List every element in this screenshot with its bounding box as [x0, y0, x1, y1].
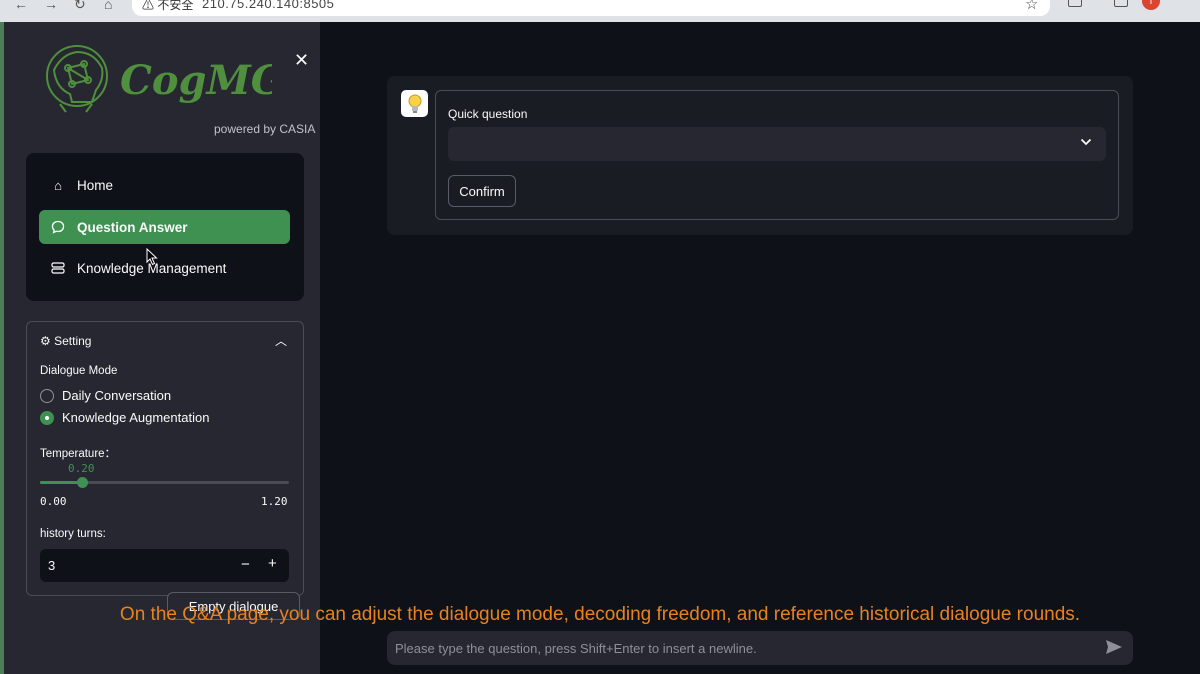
send-icon[interactable] [1105, 639, 1123, 660]
decrement-button[interactable]: − [241, 556, 250, 573]
nav-item-label: Question Answer [77, 219, 188, 235]
chevron-down-icon[interactable] [1080, 135, 1092, 149]
browser-toolbar: ← → ↻ ⌂ ⚠ 不安全 210.75.240.140:8505 ☆ T [0, 0, 1200, 22]
radio-button-off[interactable] [40, 388, 54, 403]
bookmark-star-icon[interactable]: ☆ [1025, 0, 1038, 13]
setting-expander: ⚙ Setting ︿ Dialogue Mode Daily Conversa… [26, 321, 304, 596]
back-icon[interactable]: ← [14, 0, 30, 12]
slider-min-value: 0.00 [40, 495, 67, 508]
radio-button-on[interactable] [40, 410, 54, 425]
chat-input[interactable] [387, 631, 1087, 665]
chat-input-box[interactable] [387, 631, 1133, 665]
video-caption: On the Q&A page, you can adjust the dial… [119, 604, 1081, 625]
radio-knowledge-augmentation[interactable]: Knowledge Augmentation [40, 410, 209, 425]
chat-bubble-icon [39, 220, 77, 234]
dialogue-mode-label: Dialogue Mode [40, 365, 118, 377]
slider-thumb[interactable] [76, 477, 88, 488]
setting-title[interactable]: ⚙ Setting [40, 334, 91, 348]
database-icon [39, 262, 77, 274]
radio-label: Knowledge Augmentation [62, 410, 210, 425]
history-turns-label: history turns: [40, 528, 106, 540]
powered-by: powered by CASIA [214, 122, 316, 136]
sidebar: CogMG ✕ powered by CASIA ⌂ Home Question… [0, 22, 320, 674]
temperature-value: 0.20 [68, 462, 95, 475]
home-icon: ⌂ [54, 177, 62, 193]
nav-item-label: Home [77, 177, 114, 193]
temperature-slider[interactable] [40, 477, 289, 488]
nav-item-knowledge-management[interactable]: Knowledge Management [39, 251, 290, 285]
close-sidebar-icon[interactable]: ✕ [294, 50, 309, 71]
forward-icon[interactable]: → [44, 0, 60, 12]
reload-icon[interactable]: ↻ [74, 0, 90, 12]
security-warning[interactable]: ⚠ 不安全 [142, 0, 193, 13]
app-name: CogMG [120, 57, 272, 104]
quick-question-label: Quick question [448, 107, 528, 121]
radio-daily-conversation[interactable]: Daily Conversation [40, 388, 171, 403]
profile-avatar[interactable]: T [1142, 0, 1160, 10]
quick-question-form: Quick question Confirm [435, 90, 1119, 220]
increment-button[interactable]: + [268, 555, 277, 572]
url-text[interactable]: 210.75.240.140:8505 [202, 0, 334, 11]
slider-max-value: 1.20 [261, 495, 288, 508]
home-browser-icon[interactable]: ⌂ [104, 0, 120, 12]
quick-question-select[interactable] [448, 127, 1106, 161]
lightbulb-icon [401, 90, 428, 117]
nav-menu: ⌂ Home Question Answer Knowledge Managem… [26, 153, 304, 301]
mouse-cursor-icon [146, 248, 158, 266]
nav-item-question-answer[interactable]: Question Answer [39, 210, 290, 244]
radio-label: Daily Conversation [62, 388, 172, 403]
side-panel-icon[interactable] [1114, 0, 1128, 7]
nav-item-home[interactable]: ⌂ Home [39, 168, 290, 202]
slider-fill [40, 481, 82, 484]
confirm-button[interactable]: Confirm [448, 175, 516, 207]
history-turns-stepper[interactable]: 3 − + [40, 549, 289, 582]
extensions-icon[interactable] [1068, 0, 1082, 7]
temperature-label: Temperature： [40, 448, 117, 460]
chevron-up-icon[interactable]: ︿ [275, 332, 287, 349]
history-turns-value[interactable]: 3 [48, 558, 55, 573]
cogmg-logo: CogMG [46, 45, 272, 113]
